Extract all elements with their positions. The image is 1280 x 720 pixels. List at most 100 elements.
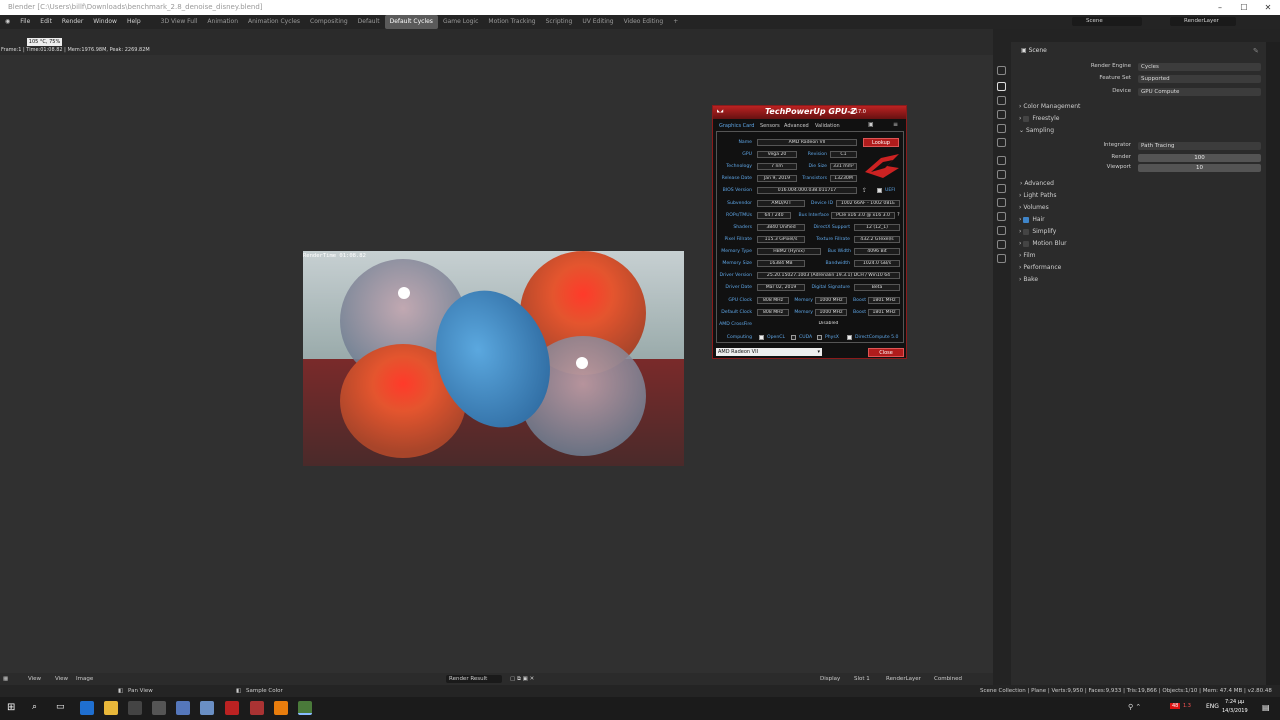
gpuz-tab-advanced[interactable]: Advanced: [784, 123, 809, 129]
share-icon[interactable]: ⇪: [862, 187, 867, 194]
gpuz-taskbar-icon[interactable]: [225, 701, 239, 715]
workspace-tab[interactable]: Scripting: [541, 15, 578, 29]
freestyle-checkbox[interactable]: [1023, 115, 1030, 122]
workspace-tab[interactable]: Motion Tracking: [483, 15, 540, 29]
store-icon[interactable]: [128, 701, 142, 715]
uefi-checkbox[interactable]: [877, 188, 882, 193]
slot-selector[interactable]: Slot 1: [854, 673, 870, 685]
minimize-icon[interactable]: –: [1208, 0, 1232, 15]
gpuz-tab-validation[interactable]: Validation: [815, 123, 840, 129]
advanced-panel[interactable]: › Advanced: [1020, 180, 1054, 187]
image-action-icons[interactable]: ▢ ⧉ ▣ ✕: [510, 673, 534, 685]
bake-panel[interactable]: › Bake: [1019, 276, 1038, 283]
light-paths-panel[interactable]: › Light Paths: [1019, 192, 1057, 199]
world-tab-icon[interactable]: [997, 138, 1006, 147]
layer-selector[interactable]: RenderLayer: [886, 673, 921, 685]
menu-file[interactable]: File: [15, 15, 35, 29]
workspace-tab[interactable]: Animation: [202, 15, 243, 29]
viewport-samples-field[interactable]: 10: [1138, 164, 1261, 172]
app-icon[interactable]: [176, 701, 190, 715]
physics-tab-icon[interactable]: [997, 198, 1006, 207]
windows-start-icon[interactable]: ⊞: [7, 702, 15, 713]
render-result-selector[interactable]: Render Result: [446, 675, 502, 683]
gpuz-tab-sensors[interactable]: Sensors: [760, 123, 780, 129]
data-tab-icon[interactable]: [997, 226, 1006, 235]
workspace-tab[interactable]: UV Editing: [577, 15, 618, 29]
hair-checkbox[interactable]: [1023, 216, 1030, 223]
workspace-tab[interactable]: Animation Cycles: [243, 15, 305, 29]
image-menu[interactable]: Image: [76, 673, 93, 685]
search-icon[interactable]: ⌕: [32, 702, 37, 712]
opencl-checkbox[interactable]: [759, 335, 764, 340]
scene-selector[interactable]: Scene: [1072, 17, 1142, 26]
close-button[interactable]: Close: [868, 348, 904, 357]
render-layer-selector[interactable]: RenderLayer: [1170, 17, 1236, 26]
menu-icon[interactable]: ≡: [893, 121, 898, 128]
sampling-panel[interactable]: ⌄ Sampling: [1019, 127, 1054, 134]
app-icon[interactable]: [250, 701, 264, 715]
hair-panel[interactable]: › Hair: [1019, 216, 1045, 223]
task-view-icon[interactable]: ▭: [56, 702, 65, 712]
help-icon[interactable]: ?: [897, 212, 900, 218]
blender-logo-icon[interactable]: ◉: [0, 15, 15, 29]
performance-panel[interactable]: › Performance: [1019, 264, 1061, 271]
device-dropdown[interactable]: GPU Compute: [1138, 88, 1261, 96]
menu-render[interactable]: Render: [57, 15, 88, 29]
color-management-panel[interactable]: › Color Management: [1019, 103, 1080, 110]
workspace-tab[interactable]: Video Editing: [619, 15, 669, 29]
object-tab-icon[interactable]: [997, 156, 1006, 165]
film-panel[interactable]: › Film: [1019, 252, 1036, 259]
view-layer-tab-icon[interactable]: [997, 110, 1006, 119]
modifier-tab-icon[interactable]: [997, 170, 1006, 179]
right-scrollbar[interactable]: [1266, 42, 1280, 685]
volumes-panel[interactable]: › Volumes: [1019, 204, 1049, 211]
view-menu-2[interactable]: View: [55, 673, 68, 685]
integrator-dropdown[interactable]: Path Tracing: [1138, 142, 1261, 150]
motion-blur-panel[interactable]: › Motion Blur: [1019, 240, 1067, 247]
editor-type-icon[interactable]: ▦: [3, 673, 8, 685]
maximize-icon[interactable]: ☐: [1232, 0, 1256, 15]
output-tab-icon[interactable]: [997, 96, 1006, 105]
lookup-button[interactable]: Lookup: [863, 138, 899, 147]
file-explorer-icon[interactable]: [104, 701, 118, 715]
pass-selector[interactable]: Combined: [934, 673, 962, 685]
edge-browser-icon[interactable]: [80, 701, 94, 715]
workspace-tab[interactable]: Compositing: [305, 15, 353, 29]
render-samples-field[interactable]: 100: [1138, 154, 1261, 162]
directcompute-checkbox[interactable]: [847, 335, 852, 340]
clock-date[interactable]: 14/3/2019: [1222, 708, 1248, 714]
scene-tab-icon[interactable]: [997, 124, 1006, 133]
system-tray-icons[interactable]: ⚲ ⌃: [1128, 703, 1141, 711]
physx-checkbox[interactable]: [817, 335, 822, 340]
constraints-tab-icon[interactable]: [997, 212, 1006, 221]
display-menu[interactable]: Display: [820, 673, 840, 685]
simplify-panel[interactable]: › Simplify: [1019, 228, 1056, 235]
camera-icon[interactable]: ▣: [868, 121, 874, 128]
language-indicator[interactable]: ENG: [1206, 703, 1219, 710]
render-tab-icon[interactable]: [997, 82, 1006, 91]
motion-blur-checkbox[interactable]: [1023, 240, 1030, 247]
menu-window[interactable]: Window: [88, 15, 122, 29]
texture-tab-icon[interactable]: [997, 254, 1006, 263]
clock-time[interactable]: 7:24 μμ: [1225, 699, 1244, 705]
feature-set-dropdown[interactable]: Supported: [1138, 75, 1261, 83]
workspace-tab[interactable]: Default: [353, 15, 385, 29]
render-engine-dropdown[interactable]: Cycles: [1138, 63, 1261, 71]
freestyle-panel[interactable]: › Freestyle: [1019, 115, 1059, 122]
close-icon[interactable]: ✕: [1256, 0, 1280, 15]
tool-tab-icon[interactable]: [997, 66, 1006, 75]
pin-icon[interactable]: ✎: [1253, 47, 1259, 55]
gpuz-tab-graphics-card[interactable]: Graphics Card: [719, 123, 754, 129]
blender-taskbar-icon[interactable]: [274, 701, 288, 715]
particles-tab-icon[interactable]: [997, 184, 1006, 193]
add-workspace-icon[interactable]: +: [668, 15, 683, 29]
workspace-tab[interactable]: 3D View Full: [156, 15, 203, 29]
notifications-icon[interactable]: ▤: [1262, 703, 1270, 712]
view-menu-1[interactable]: View: [28, 673, 41, 685]
menu-edit[interactable]: Edit: [35, 15, 57, 29]
menu-help[interactable]: Help: [122, 15, 146, 29]
material-tab-icon[interactable]: [997, 240, 1006, 249]
simplify-checkbox[interactable]: [1023, 228, 1030, 235]
workspace-tab[interactable]: Game Logic: [438, 15, 483, 29]
workspace-tab-active[interactable]: Default Cycles: [384, 15, 438, 29]
